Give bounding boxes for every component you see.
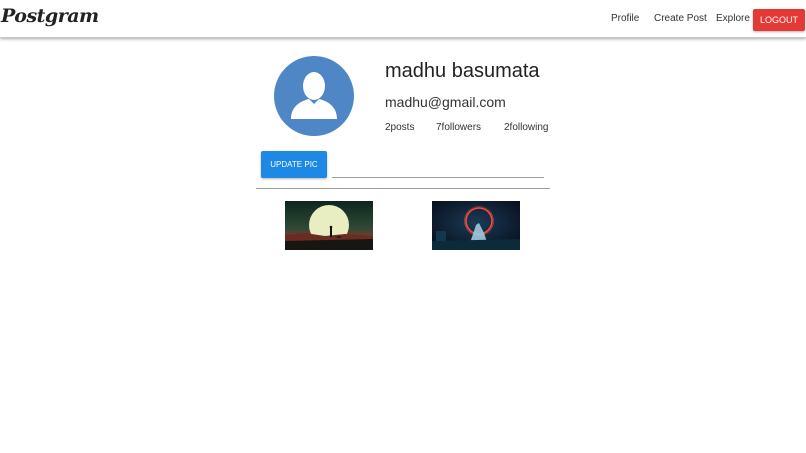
nav-link-profile[interactable]: Profile xyxy=(611,13,639,24)
navbar: Postgram Profile Create Post Explore LOG… xyxy=(0,0,806,38)
followers-count: 7followers xyxy=(436,122,482,133)
divider xyxy=(256,188,550,189)
profile-email: madhu@gmail.com xyxy=(385,94,506,110)
nav-link-create-post[interactable]: Create Post xyxy=(654,13,707,24)
gallery-item-2[interactable] xyxy=(432,201,520,250)
sunset-silhouette-photo xyxy=(285,201,373,250)
avatar xyxy=(274,56,354,136)
profile-name: madhu basumata xyxy=(385,60,540,82)
file-path-input[interactable] xyxy=(332,155,544,178)
logout-button[interactable]: LOGOUT xyxy=(753,9,805,31)
user-silhouette-icon xyxy=(291,72,337,119)
following-count: 2following xyxy=(504,122,549,133)
nav-link-explore[interactable]: Explore xyxy=(716,13,750,24)
gallery-item-1[interactable] xyxy=(285,201,373,250)
posts-count: 2posts xyxy=(385,122,415,133)
brand-logo[interactable]: Postgram xyxy=(1,5,99,27)
update-pic-button[interactable]: UPDATE PIC xyxy=(261,151,327,178)
neon-ring-photo xyxy=(432,201,520,250)
